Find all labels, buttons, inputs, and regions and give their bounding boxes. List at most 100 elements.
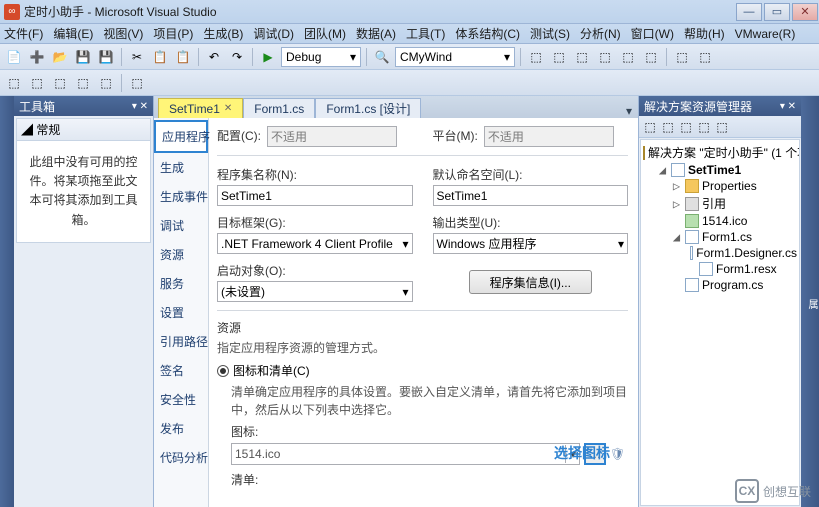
tb2-icon-1[interactable]: ⬚ [4, 73, 24, 93]
open-icon[interactable]: 📂 [50, 47, 70, 67]
nav-application[interactable]: 应用程序 [154, 120, 208, 153]
tb-icon-3[interactable]: ⬚ [572, 47, 592, 67]
nav-build[interactable]: 生成 [154, 153, 208, 182]
sol-tb-icon[interactable]: ⬚ [678, 119, 694, 135]
save-all-icon[interactable]: 💾 [96, 47, 116, 67]
pin-icon[interactable]: ▾ ✕ [780, 101, 796, 112]
nav-refpaths[interactable]: 引用路径 [154, 327, 208, 356]
tree-resx[interactable]: Form1.resx [643, 261, 797, 277]
nav-publish[interactable]: 发布 [154, 414, 208, 443]
menu-view[interactable]: 视图(V) [103, 25, 143, 42]
tb2-icon-2[interactable]: ⬚ [27, 73, 47, 93]
target-combo[interactable]: CMyWind▾ [395, 47, 515, 67]
tb-icon-5[interactable]: ⬚ [618, 47, 638, 67]
tab-close-icon[interactable]: ✕ [224, 103, 232, 114]
menu-file[interactable]: 文件(F) [4, 25, 43, 42]
defns-input[interactable] [433, 185, 629, 206]
maximize-button[interactable]: ▭ [764, 3, 790, 21]
left-dock-strip[interactable] [0, 96, 14, 507]
toolbox-empty-text: 此组中没有可用的控件。将某项拖至此文本可将其添加到工具箱。 [17, 141, 150, 242]
tb-icon-4[interactable]: ⬚ [595, 47, 615, 67]
solution-title-bar[interactable]: 解决方案资源管理器 ▾ ✕ [639, 96, 801, 116]
menu-team[interactable]: 团队(M) [304, 25, 346, 42]
expand-icon[interactable]: ▷ [671, 197, 682, 211]
tree-references[interactable]: ▷引用 [643, 194, 797, 213]
right-dock-strip[interactable]: 属 [801, 96, 819, 507]
targetfw-select[interactable]: .NET Framework 4 Client Profile▾ [217, 233, 413, 254]
tb2-icon-4[interactable]: ⬚ [73, 73, 93, 93]
tree-project[interactable]: ◢SetTime1 [643, 162, 797, 178]
copy-icon[interactable]: 📋 [150, 47, 170, 67]
tb2-icon-6[interactable]: ⬚ [127, 73, 147, 93]
minimize-button[interactable]: — [736, 3, 762, 21]
nav-resources[interactable]: 资源 [154, 240, 208, 269]
toolbox-title-bar[interactable]: 工具箱 ▾ ✕ [14, 96, 153, 116]
tb2-icon-3[interactable]: ⬚ [50, 73, 70, 93]
new-project-icon[interactable]: 📄 [4, 47, 24, 67]
app-preview-icon: 🛡 [610, 445, 628, 463]
tb-icon-6[interactable]: ⬚ [641, 47, 661, 67]
nav-settings[interactable]: 设置 [154, 298, 208, 327]
tb-icon-8[interactable]: ⬚ [695, 47, 715, 67]
menu-project[interactable]: 项目(P) [153, 25, 193, 42]
menu-edit[interactable]: 编辑(E) [53, 25, 93, 42]
find-icon[interactable]: 🔍 [372, 47, 392, 67]
tab-form1cs[interactable]: Form1.cs [243, 98, 315, 118]
tree-label: Form1.resx [716, 262, 777, 276]
pin-icon[interactable]: ▾ ✕ [132, 101, 148, 112]
menu-debug[interactable]: 调试(D) [253, 25, 294, 42]
nav-debug[interactable]: 调试 [154, 211, 208, 240]
tree-program[interactable]: Program.cs [643, 277, 797, 293]
nav-security[interactable]: 安全性 [154, 385, 208, 414]
menu-help[interactable]: 帮助(H) [684, 25, 725, 42]
expand-icon[interactable]: ▷ [671, 179, 682, 193]
sol-tb-icon[interactable]: ⬚ [714, 119, 730, 135]
icon-select[interactable]: 1514.ico ▾ [231, 443, 580, 465]
sol-tb-icon[interactable]: ⬚ [642, 119, 658, 135]
menu-vmware[interactable]: VMware(R) [735, 27, 796, 41]
tree-ico[interactable]: 1514.ico [643, 213, 797, 229]
tab-settime1[interactable]: SetTime1✕ [158, 98, 243, 118]
tree-label: Form1.Designer.cs [696, 246, 797, 260]
nav-buildevents[interactable]: 生成事件 [154, 182, 208, 211]
tab-overflow-icon[interactable]: ▾ [620, 104, 638, 118]
tree-properties[interactable]: ▷Properties [643, 178, 797, 194]
undo-icon[interactable]: ↶ [204, 47, 224, 67]
cut-icon[interactable]: ✂ [127, 47, 147, 67]
tb-icon-7[interactable]: ⬚ [672, 47, 692, 67]
nav-services[interactable]: 服务 [154, 269, 208, 298]
menu-build[interactable]: 生成(B) [203, 25, 243, 42]
save-icon[interactable]: 💾 [73, 47, 93, 67]
close-button[interactable]: ✕ [792, 3, 818, 21]
menu-test[interactable]: 测试(S) [530, 25, 570, 42]
outtype-select[interactable]: Windows 应用程序▾ [433, 233, 629, 254]
menu-tools[interactable]: 工具(T) [406, 25, 445, 42]
tree-form1[interactable]: ◢Form1.cs [643, 229, 797, 245]
tb-icon-2[interactable]: ⬚ [549, 47, 569, 67]
menu-data[interactable]: 数据(A) [356, 25, 396, 42]
startup-select[interactable]: (未设置)▾ [217, 281, 413, 302]
menu-analyze[interactable]: 分析(N) [580, 25, 621, 42]
redo-icon[interactable]: ↷ [227, 47, 247, 67]
paste-icon[interactable]: 📋 [173, 47, 193, 67]
expand-icon[interactable]: ◢ [671, 230, 682, 244]
tree-solution-root[interactable]: 解决方案 "定时小助手" (1 个项目) [643, 143, 797, 162]
assembly-info-button[interactable]: 程序集信息(I)... [469, 270, 592, 294]
tb-icon-1[interactable]: ⬚ [526, 47, 546, 67]
sol-tb-icon[interactable]: ⬚ [696, 119, 712, 135]
nav-codeanalysis[interactable]: 代码分析 [154, 443, 208, 472]
radio-icon-manifest[interactable]: 图标和清单(C) [217, 362, 628, 379]
nav-signing[interactable]: 签名 [154, 356, 208, 385]
start-debug-icon[interactable]: ▶ [258, 47, 278, 67]
tree-designer[interactable]: Form1.Designer.cs [643, 245, 797, 261]
add-item-icon[interactable]: ➕ [27, 47, 47, 67]
toolbox-group-header[interactable]: ◢ 常规 [17, 119, 150, 141]
tb2-icon-5[interactable]: ⬚ [96, 73, 116, 93]
asmname-input[interactable] [217, 185, 413, 206]
sol-tb-icon[interactable]: ⬚ [660, 119, 676, 135]
tab-form1design[interactable]: Form1.cs [设计] [315, 98, 421, 118]
expand-icon[interactable]: ◢ [657, 163, 668, 177]
menu-window[interactable]: 窗口(W) [631, 25, 674, 42]
menu-arch[interactable]: 体系结构(C) [455, 25, 520, 42]
config-combo[interactable]: Debug▾ [281, 47, 361, 67]
